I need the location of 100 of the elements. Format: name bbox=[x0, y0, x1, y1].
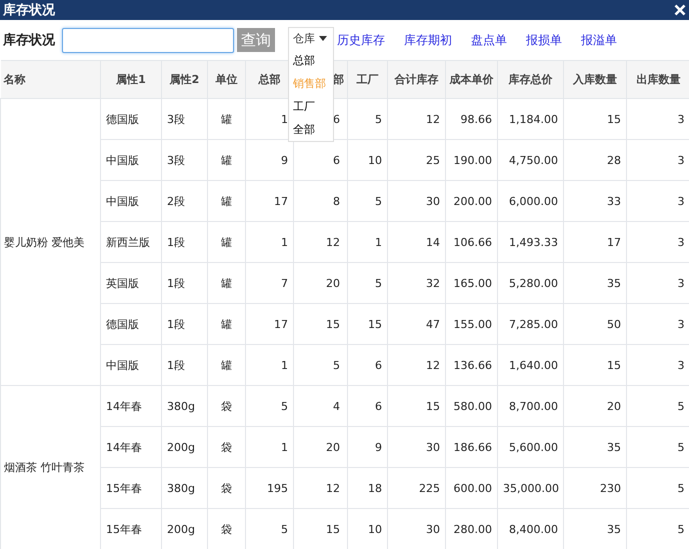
table-cell: 20 bbox=[564, 386, 626, 426]
table-cell: 12 bbox=[388, 98, 446, 140]
table-cell: 17 bbox=[246, 180, 294, 222]
column-header: 单位 bbox=[208, 60, 246, 98]
table-cell: 中国版 bbox=[100, 344, 162, 386]
table-cell: 18 bbox=[348, 468, 388, 508]
table-cell: 1段 bbox=[162, 304, 208, 344]
table-cell: 580.00 bbox=[446, 386, 498, 426]
table-cell: 9 bbox=[348, 426, 388, 468]
table-cell: 14 bbox=[388, 222, 446, 262]
table-cell: 20 bbox=[294, 262, 348, 304]
table-cell: 195 bbox=[246, 468, 294, 508]
table-cell: 14年春 bbox=[100, 426, 162, 468]
table-cell: 德国版 bbox=[100, 304, 162, 344]
table-cell: 106.66 bbox=[446, 222, 498, 262]
table-cell: 5,600.00 bbox=[498, 426, 564, 468]
table-cell: 12 bbox=[388, 344, 446, 386]
column-header: 库存总价 bbox=[498, 60, 564, 98]
column-header: 成本单价 bbox=[446, 60, 498, 98]
table-cell: 中国版 bbox=[100, 180, 162, 222]
table-cell: 165.00 bbox=[446, 262, 498, 304]
table-cell: 5,280.00 bbox=[498, 262, 564, 304]
table-cell: 婴儿奶粉 爱他美 bbox=[0, 98, 100, 386]
nav-link[interactable]: 历史库存 bbox=[337, 32, 385, 48]
table-cell: 15 bbox=[564, 98, 626, 140]
table-cell: 1段 bbox=[162, 344, 208, 386]
table-cell: 20 bbox=[294, 426, 348, 468]
table-cell: 186.66 bbox=[446, 426, 498, 468]
table-cell: 17 bbox=[564, 222, 626, 262]
nav-link[interactable]: 报损单 bbox=[526, 32, 562, 48]
table-cell: 380g bbox=[162, 468, 208, 508]
table-cell: 28 bbox=[564, 140, 626, 180]
table-cell: 2段 bbox=[162, 180, 208, 222]
table-cell: 6,000.00 bbox=[498, 180, 564, 222]
table-cell: 200g bbox=[162, 426, 208, 468]
table-cell: 7,285.00 bbox=[498, 304, 564, 344]
table-cell: 25 bbox=[388, 140, 446, 180]
column-header: 属性2 bbox=[162, 60, 208, 98]
table-cell: 50 bbox=[564, 304, 626, 344]
close-icon[interactable] bbox=[674, 4, 686, 16]
table-cell: 35 bbox=[564, 426, 626, 468]
column-header: 出库数量 bbox=[626, 60, 689, 98]
table-cell: 600.00 bbox=[446, 468, 498, 508]
table-cell: 230 bbox=[564, 468, 626, 508]
warehouse-dropdown[interactable]: 仓库 bbox=[289, 28, 333, 49]
table-cell: 5 bbox=[348, 180, 388, 222]
table-cell: 15 bbox=[564, 344, 626, 386]
table-cell: 新西兰版 bbox=[100, 222, 162, 262]
table-cell: 190.00 bbox=[446, 140, 498, 180]
table-cell: 15 bbox=[388, 386, 446, 426]
table-cell: 中国版 bbox=[100, 140, 162, 180]
table-cell: 英国版 bbox=[100, 262, 162, 304]
table-cell: 7 bbox=[246, 262, 294, 304]
table-cell: 12 bbox=[294, 222, 348, 262]
table-cell: 3段 bbox=[162, 98, 208, 140]
table-cell: 6 bbox=[294, 140, 348, 180]
table-cell: 罐 bbox=[208, 140, 246, 180]
table-cell: 5 bbox=[348, 98, 388, 140]
table-cell: 35 bbox=[564, 262, 626, 304]
table-cell: 136.66 bbox=[446, 344, 498, 386]
column-header: 合计库存 bbox=[388, 60, 446, 98]
table-cell: 98.66 bbox=[446, 98, 498, 140]
table-cell: 4 bbox=[294, 386, 348, 426]
table-cell: 烟酒茶 竹叶青茶 bbox=[0, 386, 100, 549]
column-header: 属性1 bbox=[100, 60, 162, 98]
table-cell: 8,700.00 bbox=[498, 386, 564, 426]
table-cell: 5 bbox=[348, 262, 388, 304]
table-cell: 9 bbox=[246, 140, 294, 180]
table-cell: 200.00 bbox=[446, 180, 498, 222]
table-cell: 380g bbox=[162, 386, 208, 426]
table-cell: 6 bbox=[348, 386, 388, 426]
table-cell: 155.00 bbox=[446, 304, 498, 344]
window-title: 库存状况 bbox=[3, 2, 55, 19]
table-cell: 1,493.33 bbox=[498, 222, 564, 262]
table-cell: 1,640.00 bbox=[498, 344, 564, 386]
table-cell: 袋 bbox=[208, 468, 246, 508]
table-cell: 5 bbox=[294, 344, 348, 386]
table-cell: 4,750.00 bbox=[498, 140, 564, 180]
nav-link[interactable]: 库存期初 bbox=[404, 32, 452, 48]
nav-link[interactable]: 盘点单 bbox=[471, 32, 507, 48]
column-header: 名称 bbox=[0, 60, 100, 98]
table-cell: 1 bbox=[246, 222, 294, 262]
search-field[interactable] bbox=[62, 28, 234, 52]
table-cell: 12 bbox=[294, 468, 348, 508]
table-cell: 5 bbox=[246, 386, 294, 426]
table-cell: 罐 bbox=[208, 222, 246, 262]
table-cell: 10 bbox=[348, 140, 388, 180]
table-cell: 47 bbox=[388, 304, 446, 344]
table-cell: 1 bbox=[348, 222, 388, 262]
table-cell: 德国版 bbox=[100, 98, 162, 140]
table-cell: 1段 bbox=[162, 262, 208, 304]
table-cell: 6 bbox=[348, 344, 388, 386]
table-cell: 罐 bbox=[208, 180, 246, 222]
table-cell: 1 bbox=[246, 426, 294, 468]
column-header: 工厂 bbox=[348, 60, 388, 98]
table-cell: 17 bbox=[246, 304, 294, 344]
nav-link[interactable]: 报溢单 bbox=[581, 32, 617, 48]
table-cell: 15 bbox=[348, 304, 388, 344]
table-cell: 15 bbox=[294, 304, 348, 344]
table-cell: 3段 bbox=[162, 140, 208, 180]
